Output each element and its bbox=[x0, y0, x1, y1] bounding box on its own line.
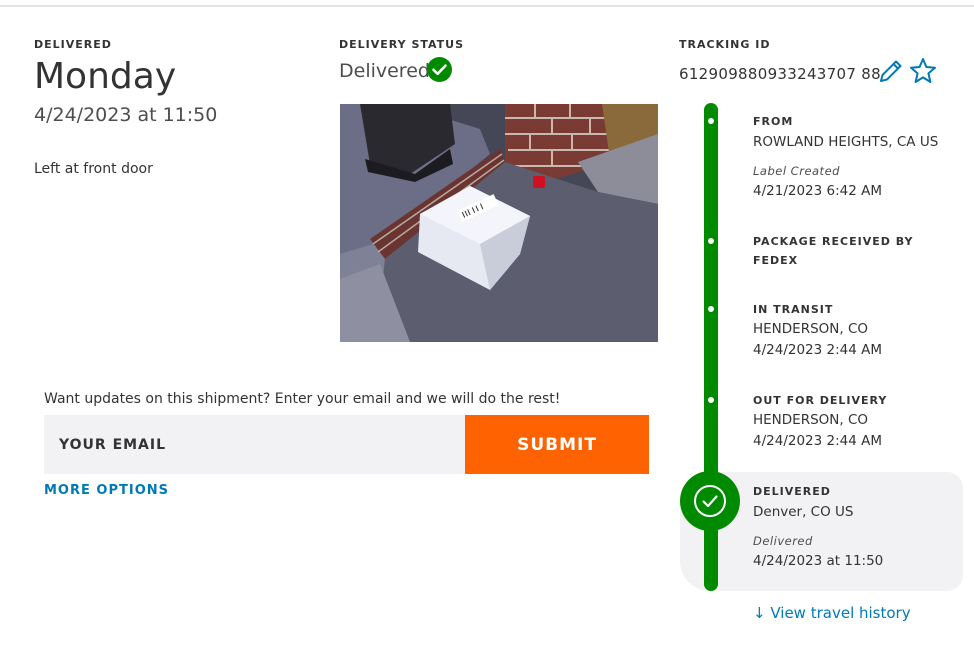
submit-button[interactable]: SUBMIT bbox=[465, 415, 649, 474]
view-travel-history-label: View travel history bbox=[770, 604, 911, 622]
event-title: DELIVERED bbox=[753, 485, 831, 498]
event-title: PACKAGE RECEIVED BY FEDEX bbox=[753, 235, 914, 267]
view-travel-history-link[interactable]: ↓ View travel history bbox=[753, 604, 911, 622]
event-datetime: 4/24/2023 2:44 AM bbox=[753, 433, 883, 449]
event-location: HENDERSON, CO bbox=[753, 412, 869, 428]
pencil-icon[interactable] bbox=[877, 57, 905, 85]
arrow-down-icon: ↓ bbox=[753, 604, 766, 622]
delivered-check-icon bbox=[680, 471, 740, 531]
delivery-datetime: 4/24/2023 at 11:50 bbox=[34, 104, 218, 126]
delivery-status-label: DELIVERY STATUS bbox=[339, 38, 465, 51]
tracking-id-label: TRACKING ID bbox=[679, 38, 771, 51]
event-location: Denver, CO US bbox=[753, 504, 854, 520]
timeline-dot bbox=[708, 238, 714, 244]
event-title: FROM bbox=[753, 115, 794, 128]
top-divider bbox=[0, 5, 974, 7]
delivery-status-value: Delivered bbox=[339, 60, 430, 82]
delivered-label: DELIVERED bbox=[34, 38, 112, 51]
check-circle-icon bbox=[427, 57, 452, 82]
package-photo bbox=[340, 104, 658, 342]
timeline-dot bbox=[708, 118, 714, 124]
event-title: IN TRANSIT bbox=[753, 303, 834, 316]
timeline-dot bbox=[708, 397, 714, 403]
star-icon[interactable] bbox=[908, 56, 938, 86]
delivery-location-note: Left at front door bbox=[34, 161, 153, 177]
event-location: HENDERSON, CO bbox=[753, 321, 869, 337]
tracking-number: 612909880933243707 88 bbox=[679, 65, 881, 83]
delivery-day: Monday bbox=[34, 56, 177, 97]
event-title: OUT FOR DELIVERY bbox=[753, 394, 888, 407]
event-datetime: 4/24/2023 2:44 AM bbox=[753, 342, 883, 358]
more-options-link[interactable]: MORE OPTIONS bbox=[44, 483, 169, 498]
event-datetime: 4/24/2023 at 11:50 bbox=[753, 553, 884, 569]
timeline-dot bbox=[708, 306, 714, 312]
event-datetime: 4/21/2023 6:42 AM bbox=[753, 183, 883, 199]
event-note: Delivered bbox=[753, 534, 813, 548]
event-note: Label Created bbox=[753, 164, 840, 178]
updates-prompt: Want updates on this shipment? Enter you… bbox=[44, 391, 561, 407]
email-field[interactable] bbox=[44, 415, 465, 474]
event-location: ROWLAND HEIGHTS, CA US bbox=[753, 134, 939, 150]
